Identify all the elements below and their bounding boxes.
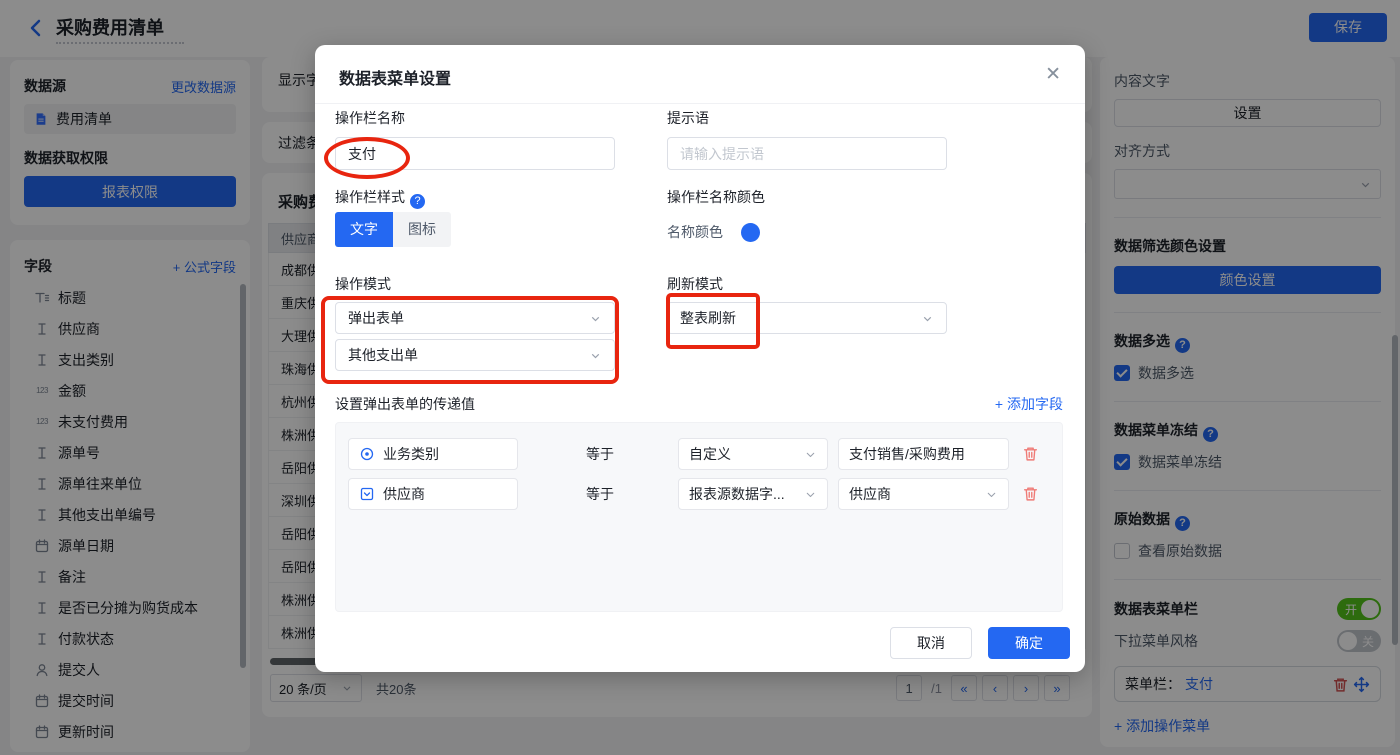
color-swatch[interactable] xyxy=(741,222,760,242)
modal-title: 数据表菜单设置 xyxy=(339,71,452,88)
source-type-select[interactable]: 自定义 xyxy=(678,438,828,470)
value-select[interactable]: 供应商 xyxy=(838,478,1009,510)
transfer-values-label: 设置弹出表单的传递值 xyxy=(335,396,475,412)
chevron-down-icon xyxy=(589,312,602,325)
help-icon[interactable]: ? xyxy=(410,194,425,209)
refresh-mode-select[interactable]: 整表刷新 xyxy=(667,302,947,334)
cancel-button[interactable]: 取消 xyxy=(890,627,972,659)
transfer-values-panel: 业务类别 等于 自定义 支付销售/采购费用 供应商 等于 报表源数据字... 供应商 xyxy=(335,422,1063,612)
action-style-toggle: 文字 图标 xyxy=(335,212,451,247)
field-chip[interactable]: 业务类别 xyxy=(348,438,518,470)
source-type-select[interactable]: 报表源数据字... xyxy=(678,478,828,510)
op-mode-select[interactable]: 弹出表单 xyxy=(335,302,615,334)
field-chip-label: 业务类别 xyxy=(383,446,439,462)
name-color-label: 操作栏名称颜色 xyxy=(667,189,765,205)
divider xyxy=(315,103,1085,104)
refresh-mode-label: 刷新模式 xyxy=(667,276,723,292)
chevron-down-icon xyxy=(804,448,817,461)
chevron-down-icon xyxy=(985,488,998,501)
add-field-link[interactable]: + 添加字段 xyxy=(995,394,1063,414)
transfer-row: 业务类别 等于 自定义 支付销售/采购费用 xyxy=(336,438,1062,470)
tip-input[interactable]: 请输入提示语 xyxy=(667,137,947,170)
close-icon[interactable]: ✕ xyxy=(1045,63,1061,86)
name-color-text: 名称颜色 xyxy=(667,224,723,240)
action-name-input[interactable]: 支付 xyxy=(335,137,615,170)
tip-label: 提示语 xyxy=(667,110,709,126)
field-chip-label: 供应商 xyxy=(383,486,425,502)
report-designer: 采购费用清单 保存 数据源 更改数据源 费用清单 数据获取权限 报表权限 字段 … xyxy=(0,0,1400,755)
chevron-down-icon xyxy=(921,312,934,325)
action-name-label: 操作栏名称 xyxy=(335,110,405,126)
op-mode-label: 操作模式 xyxy=(335,276,391,292)
field-chip[interactable]: 供应商 xyxy=(348,478,518,510)
delete-row-icon[interactable] xyxy=(1022,445,1039,462)
style-option-icon[interactable]: 图标 xyxy=(393,212,451,247)
value-input[interactable]: 支付销售/采购费用 xyxy=(838,438,1009,470)
style-option-text[interactable]: 文字 xyxy=(335,212,393,247)
radio-icon xyxy=(359,446,375,462)
confirm-button[interactable]: 确定 xyxy=(988,627,1070,659)
select-icon xyxy=(359,486,375,502)
table-menu-settings-modal: 数据表菜单设置 ✕ 操作栏名称 提示语 支付 请输入提示语 操作栏样式? 操作栏… xyxy=(315,45,1085,672)
action-style-label: 操作栏样式? xyxy=(335,187,425,209)
delete-row-icon[interactable] xyxy=(1022,485,1039,502)
chevron-down-icon xyxy=(589,349,602,362)
transfer-row: 供应商 等于 报表源数据字... 供应商 xyxy=(336,478,1062,510)
op-form-select[interactable]: 其他支出单 xyxy=(335,339,615,371)
operator-label: 等于 xyxy=(586,486,614,502)
chevron-down-icon xyxy=(804,488,817,501)
operator-label: 等于 xyxy=(586,446,614,462)
